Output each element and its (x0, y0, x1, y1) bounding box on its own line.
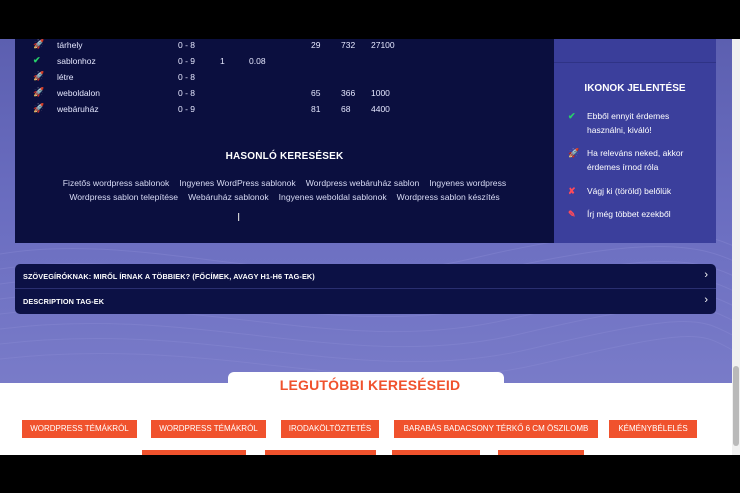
keyword-col3: 65 (311, 88, 321, 98)
check-icon: ✔ (568, 111, 576, 121)
keyword-col5: 4400 (371, 104, 390, 114)
keyword-difficulty: 0 - 8 (178, 72, 196, 82)
rocket-icon: 🚀 (33, 103, 45, 113)
pencil-icon: ✎ (568, 209, 576, 219)
accordion-divider (15, 288, 716, 289)
rocket-icon: 🚀 (568, 148, 580, 158)
keyword-col3: 81 (311, 104, 321, 114)
keyword-col3: 29 (311, 40, 321, 50)
scrollbar-thumb[interactable] (733, 366, 739, 446)
table-row: 🚀 weboldalon 0 - 8 65 366 1000 (15, 85, 415, 101)
accordion-item[interactable]: SZÖVEGÍRÓKNAK: MIRŐL ÍRNAK A TÖBBIEK? (F… (15, 264, 716, 288)
table-row: ✔ sablonhoz 0 - 9 1 0.08 (15, 53, 415, 69)
check-icon: ✔ (33, 55, 41, 65)
keyword-col4: 732 (341, 40, 356, 50)
cross-icon: ✘ (568, 186, 576, 196)
keyword-name[interactable]: létre (57, 72, 74, 82)
keyword-col5: 1000 (371, 88, 390, 98)
keyword-difficulty: 0 - 8 (178, 40, 196, 50)
similar-search-link[interactable]: Ingyenes WordPress sablonok (179, 176, 295, 190)
keyword-col1: 1 (220, 56, 225, 66)
keyword-difficulty: 0 - 8 (178, 88, 196, 98)
keyword-col5: 27100 (371, 40, 395, 50)
rocket-icon: 🚀 (33, 39, 45, 49)
keyword-col2: 0.08 (249, 56, 266, 66)
keyword-col4: 366 (341, 88, 356, 98)
keyword-name[interactable]: tárhely (57, 40, 83, 50)
similar-search-link[interactable]: Wordpress sablon telepítése (69, 190, 178, 204)
table-row: 🚀 tárhely 0 - 8 29 732 27100 (15, 39, 415, 53)
legend-text: Ha releváns neked, akkor érdemes írnod r… (587, 148, 684, 172)
keyword-difficulty: 0 - 9 (178, 104, 196, 114)
similar-search-link[interactable]: Webáruház sablonok (188, 190, 269, 204)
recent-search-tag[interactable]: WORDPRESS TÉMÁKRÓL (22, 420, 137, 438)
legend-text: Írj még többet ezekből (587, 209, 671, 219)
recent-search-tag[interactable]: WORDPRESS TÉMÁKRÓL (151, 420, 266, 438)
recent-searches-title: LEGUTÓBBI KERESÉSEID (279, 377, 461, 393)
similar-searches-links: Fizetős wordpress sablonok Ingyenes WordP… (25, 176, 544, 204)
table-row: 🚀 létre 0 - 8 (15, 69, 415, 85)
scrollbar[interactable] (732, 39, 740, 455)
recent-search-tag-partial[interactable] (265, 450, 376, 455)
legend-text: Ebből ennyit érdemes használni, kiváló! (587, 111, 670, 135)
page-viewport: 🚀 tárhely 0 - 8 29 732 27100 ✔ sablonhoz 0 - 910… (0, 39, 740, 455)
accordion-label: SZÖVEGÍRÓKNAK: MIRŐL ÍRNAK A TÖBBIEK? (F… (23, 272, 315, 281)
rocket-icon: 🚀 (33, 71, 45, 81)
recent-search-tag[interactable]: KÉMÉNYBÉLELÉS (609, 420, 697, 438)
keyword-name[interactable]: webáruház (57, 104, 99, 114)
recent-searches-section: LEGUTÓBBI KERESÉSEID WORDPRESS TÉMÁKRÓL W… (0, 372, 740, 455)
recent-search-tag-partial[interactable] (142, 450, 246, 455)
keyword-col4: 68 (341, 104, 351, 114)
chevron-right-icon[interactable]: › (704, 294, 708, 306)
icon-legend-panel: IKONOK JELENTÉSE ✔ Ebből ennyit érdemes h… (554, 39, 716, 243)
similar-search-link[interactable]: Wordpress webáruház sablon (306, 176, 420, 190)
side-panel-header (554, 39, 716, 63)
accordion-item[interactable]: DESCRIPTION TAG-EK › (15, 289, 716, 313)
recent-tags: WORDPRESS TÉMÁKRÓL WORDPRESS TÉMÁKRÓL IROD… (0, 420, 740, 455)
recent-search-tag-partial[interactable] (498, 450, 584, 455)
keyword-name[interactable]: weboldalon (57, 88, 100, 98)
accordion: SZÖVEGÍRÓKNAK: MIRŐL ÍRNAK A TÖBBIEK? (F… (15, 264, 716, 314)
similar-searches-title: HASONLÓ KERESÉSEK (225, 151, 344, 162)
recent-search-tag[interactable]: IRODAKÖLTÖZTETÉS (281, 420, 379, 438)
keyword-results-panel: 🚀 tárhely 0 - 8 29 732 27100 ✔ sablonhoz 0 - 910… (15, 39, 554, 243)
accordion-label: DESCRIPTION TAG-EK (23, 297, 105, 306)
similar-search-link[interactable]: Wordpress sablon készítés (397, 190, 500, 204)
rocket-icon: 🚀 (33, 87, 45, 97)
recent-search-tag[interactable]: BARABÁS BADACSONY TÉRKŐ 6 CM ÖSZILOMB (394, 420, 598, 438)
chevron-right-icon[interactable]: › (704, 269, 708, 281)
table-row: 🚀 webáruház 0 - 9 81 68 4400 (15, 101, 415, 117)
keyword-difficulty: 0 - 9 (178, 56, 196, 66)
legend-text: Vágj ki (töröld) belőlük (587, 186, 672, 196)
legend-title: IKONOK JELENTÉSE (584, 83, 686, 94)
similar-search-link[interactable]: Fizetős wordpress sablonok (63, 176, 170, 190)
similar-search-link[interactable]: Ingyenes weboldal sablonok (279, 190, 387, 204)
similar-search-link[interactable]: Ingyenes wordpress (429, 176, 506, 190)
text-cursor-icon: Ⅰ (237, 212, 241, 224)
recent-search-tag-partial[interactable] (392, 450, 480, 455)
keyword-name[interactable]: sablonhoz (57, 56, 96, 66)
